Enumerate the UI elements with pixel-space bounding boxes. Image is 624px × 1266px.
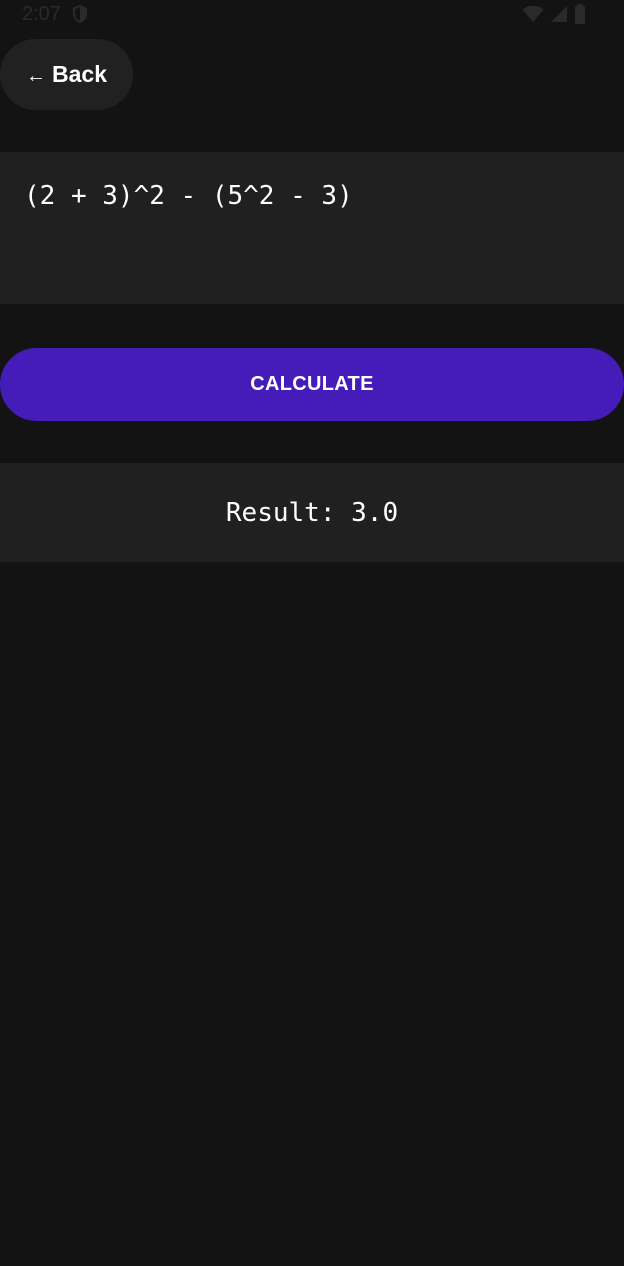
battery-icon <box>575 4 585 24</box>
result-panel: Result: 3.0 <box>0 463 624 562</box>
status-bar: 2:07 <box>0 0 624 28</box>
calculate-button[interactable]: CALCULATE <box>0 348 624 421</box>
expression-value[interactable]: (2 + 3)^2 - (5^2 - 3) <box>24 178 353 214</box>
result-text: Result: 3.0 <box>225 497 399 528</box>
back-button[interactable]: ← Back <box>0 39 133 110</box>
wifi-icon <box>522 5 544 22</box>
status-time: 2:07 <box>22 3 61 25</box>
shield-icon <box>73 4 87 24</box>
signal-icon <box>551 6 567 22</box>
status-icons <box>522 4 586 24</box>
expression-input[interactable] <box>0 152 624 304</box>
back-arrow-icon: ← <box>26 65 46 87</box>
calculate-button-label: CALCULATE <box>250 373 374 395</box>
back-button-label: Back <box>52 61 107 87</box>
